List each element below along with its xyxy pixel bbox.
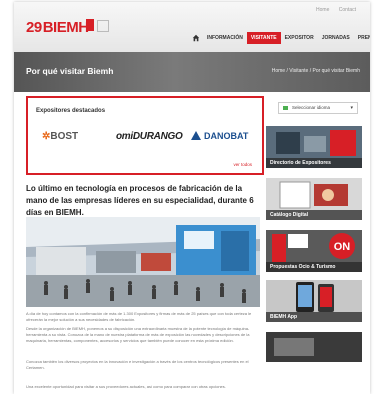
projects-paragraph: Conozca también los diversos proyectos e… — [26, 359, 249, 370]
opportunity-paragraph: Una excelente oportunidad para visitar a… — [26, 384, 226, 389]
breadcrumb[interactable]: Home / Visitante / Por qué visitar Biemh — [272, 68, 360, 74]
brand-bost-name: BOST — [50, 131, 79, 142]
card-label-catalogo: Catálogo Digital — [270, 212, 309, 218]
see-all-exhibitors-link[interactable]: ver todos — [233, 162, 252, 167]
logo-badge-icon — [86, 19, 94, 31]
exhibition-hall-photo — [26, 217, 260, 307]
page-banner: Por qué visitar Biemh Home / Visitante /… — [14, 52, 370, 92]
featured-exhibitors-box: Expositores destacados ✲BOST omiDURANGO … — [26, 96, 264, 175]
language-flag-icon — [283, 106, 288, 110]
page-title: Por qué visitar Biemh — [26, 66, 114, 76]
svg-text:ON: ON — [334, 241, 351, 253]
top-links: Home Contact — [308, 7, 356, 13]
intro-paragraph: A día de hoy contamos con la confirmació… — [26, 311, 252, 322]
brand-omidurango-logo[interactable]: omiDURANGO — [116, 131, 183, 142]
language-select-label: Seleccionar idioma — [292, 105, 331, 110]
nav-expositor[interactable]: Expositor — [281, 32, 318, 44]
danobat-triangle-icon — [191, 131, 201, 140]
site-logo[interactable]: 29BIEMH — [26, 19, 89, 36]
nav-visitante[interactable]: Visitante — [246, 32, 281, 44]
language-select[interactable]: Seleccionar idioma ▾ — [278, 102, 358, 114]
logo-seal-icon — [97, 20, 109, 32]
nav-informacion[interactable]: Información — [203, 32, 247, 44]
main-headline: Lo último en tecnología en procesos de f… — [26, 184, 254, 217]
organization-paragraph: Desde la organización de BIEMH, ponemos … — [26, 326, 250, 343]
brand-danobat-logo[interactable]: DANOBAT — [191, 131, 248, 141]
sidebar-card-ocio[interactable]: ON Propuestas Ocio & Turismo — [266, 230, 362, 272]
site-header: 29BIEMH Home Contact Información Visitan… — [14, 2, 370, 52]
extra-image — [266, 332, 362, 362]
logo-number: 29 — [26, 19, 42, 36]
brand-bost-logo[interactable]: ✲BOST — [42, 131, 78, 142]
page: 29BIEMH Home Contact Información Visitan… — [14, 2, 370, 394]
sidebar-card-extra[interactable] — [266, 332, 362, 362]
logo-text: BIEMH — [42, 19, 89, 36]
chevron-down-icon: ▾ — [350, 105, 353, 111]
home-icon[interactable] — [192, 34, 200, 42]
main-nav: Información Visitante Expositor Jornadas… — [192, 32, 370, 44]
sidebar-card-catalogo[interactable]: Catálogo Digital — [266, 178, 362, 220]
top-link-home[interactable]: Home — [316, 7, 329, 13]
top-link-contact[interactable]: Contact — [339, 7, 356, 13]
nav-jornadas[interactable]: Jornadas — [318, 32, 354, 44]
brand-omidurango-name: omiDURANGO — [116, 131, 183, 142]
card-label-directorio: Directorio de Expositores — [270, 160, 331, 166]
nav-prensa[interactable]: Prensa — [354, 32, 370, 44]
brand-danobat-name: DANOBAT — [204, 131, 249, 141]
card-label-ocio: Propuestas Ocio & Turismo — [270, 264, 336, 270]
featured-exhibitors-title: Expositores destacados — [36, 108, 106, 114]
sidebar-card-directorio[interactable]: Directorio de Expositores — [266, 126, 362, 168]
card-label-app: BIEMH App — [270, 314, 298, 320]
sidebar-card-app[interactable]: BIEMH App — [266, 280, 362, 322]
